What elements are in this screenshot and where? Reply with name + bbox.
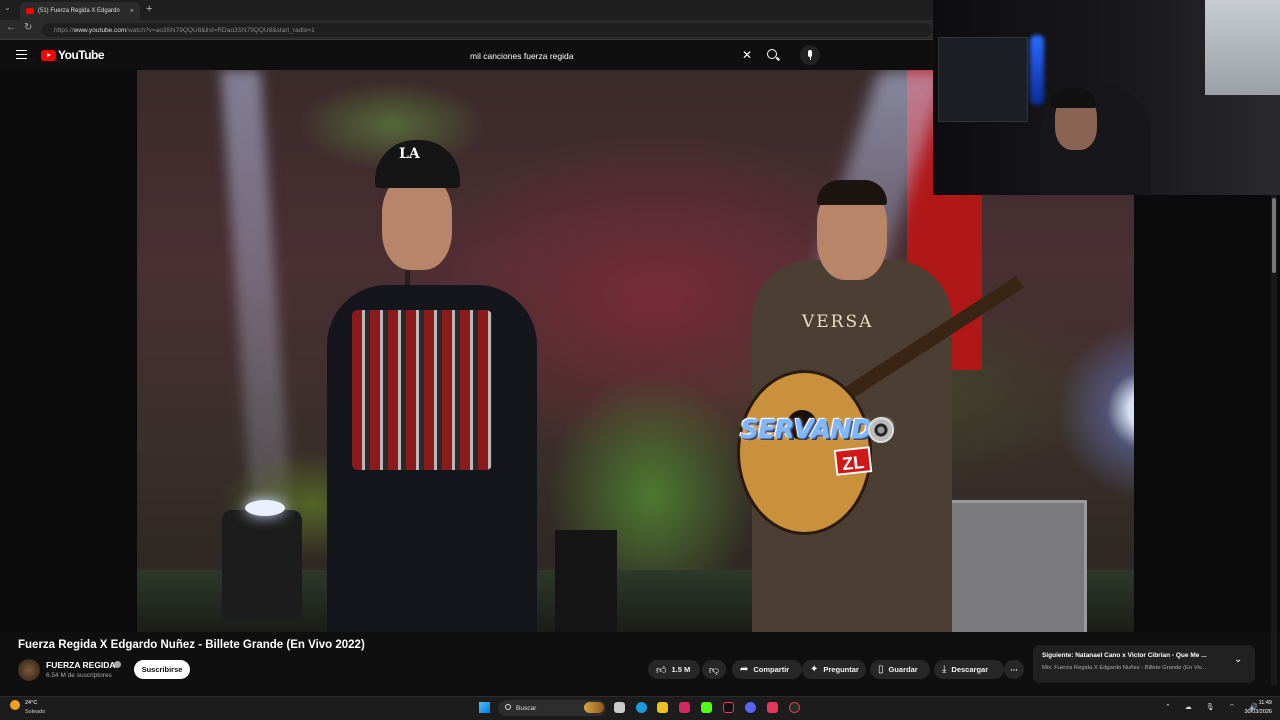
search-highlight-icon[interactable] [584,702,604,713]
share-button[interactable]: ➦ Compartir [732,660,802,679]
download-icon: ⤓ [942,664,947,675]
browser-tab[interactable]: (51) Fuerza Regida X Edgardo × [20,2,140,20]
watermark-badge: ZL [833,446,873,476]
channel-name[interactable]: FUERZA REGIDA [46,660,116,670]
subscriber-count: 6.54 M de suscriptores [46,672,112,679]
task-view-icon[interactable] [614,702,625,713]
download-label: Descargar [951,665,989,674]
ask-button[interactable]: ✦ Preguntar [802,660,866,679]
cap-logo: LA [399,146,420,162]
thumbs-down-icon: 👎︎ [708,664,720,676]
up-next-title[interactable]: Siguiente: Natanael Cano x Victor Cibria… [1042,652,1227,659]
like-button[interactable]: 👍︎ 1.5 M [648,660,700,679]
clock-time[interactable]: 11:49 [1244,700,1272,706]
clock-date[interactable]: 30/03/2026 [1236,709,1272,715]
stage-light-fixture [222,510,302,620]
url-path: /watch?v=ao3SN79QQU8&list=RDao3SN79QQU8&… [126,26,315,34]
clear-search-icon[interactable]: ✕ [742,48,752,62]
sparkle-icon: ✦ [810,664,819,675]
webcam-streamer-cap [1050,88,1096,108]
channel-avatar[interactable] [18,659,40,681]
menu-icon[interactable] [16,50,27,59]
shirt-text: VERSA [802,312,874,332]
verified-badge-icon [114,661,121,668]
accordion [352,310,492,470]
share-label: Compartir [753,665,790,674]
up-next-card[interactable] [1033,645,1255,683]
dislike-button[interactable]: 👎︎ [702,660,726,679]
weather-sun-icon[interactable] [10,700,20,710]
new-tab-button[interactable]: + [146,3,152,15]
subscribe-button[interactable]: Suscribirse [134,660,190,679]
youtube-logo-text[interactable]: YouTube [58,48,105,62]
back-arrow-icon[interactable]: ← [6,22,16,33]
save-label: Guardar [888,665,918,674]
url-prefix: https:// [54,26,74,34]
app-icon[interactable] [767,702,778,713]
tab-title: (51) Fuerza Regida X Edgardo [38,8,120,14]
expand-chevron-icon[interactable]: ⌄ [1234,654,1242,665]
weather-description[interactable]: Soleado [25,709,45,715]
search-icon[interactable] [767,49,777,59]
reload-icon[interactable]: ↻ [24,22,32,33]
search-input[interactable]: mil canciones fuerza regida [460,45,760,66]
thumbs-up-icon: 👍︎ [656,664,667,676]
tiktok-icon[interactable] [723,702,734,713]
tab-list-chevron-icon[interactable]: ⌄ [4,3,11,12]
download-button[interactable]: ⤓ Descargar [934,660,1004,679]
youtube-logo-icon[interactable] [41,50,56,61]
windows-start-icon[interactable] [479,702,490,713]
save-button[interactable]: ▯ Guardar [870,660,930,679]
webcam-monitor [938,37,1028,122]
voice-search-mic-icon[interactable] [800,45,820,65]
video-title: Fuerza Regida X Edgardo Nuñez - Billete … [18,639,365,651]
share-icon: ➦ [740,664,749,675]
bookmark-icon: ▯ [878,664,884,675]
weather-temperature[interactable]: 24°C [25,700,37,706]
like-count: 1.5 M [671,665,691,674]
chrome-icon[interactable] [789,702,800,713]
scrollbar-thumb[interactable] [1272,198,1276,273]
edge-browser-icon[interactable] [636,702,647,713]
webcam-led-light [1030,35,1044,105]
youtube-favicon-icon [26,8,34,14]
up-next-playlist: Mix: Fuerza Regida X Edgardo Nuñez - Bil… [1042,665,1207,671]
kick-icon[interactable] [701,702,712,713]
taskbar-search-icon [505,704,511,710]
webcam-background-wall [1205,0,1280,95]
instagram-icon[interactable] [679,702,690,713]
more-actions-button[interactable]: ⋯ [1004,660,1024,679]
performer-head [382,175,452,270]
tab-close-icon[interactable]: × [130,8,134,15]
discord-icon[interactable] [745,702,756,713]
ask-label: Preguntar [823,665,859,674]
speaker [555,530,617,632]
url-field[interactable]: https://www.youtube.com/watch?v=ao3SN79Q… [42,23,932,37]
stage-light-glow [245,500,285,516]
url-host: www.youtube.com [73,26,127,34]
film-reel-icon [868,417,894,443]
performer-hair [817,180,887,205]
file-explorer-icon[interactable] [657,702,668,713]
